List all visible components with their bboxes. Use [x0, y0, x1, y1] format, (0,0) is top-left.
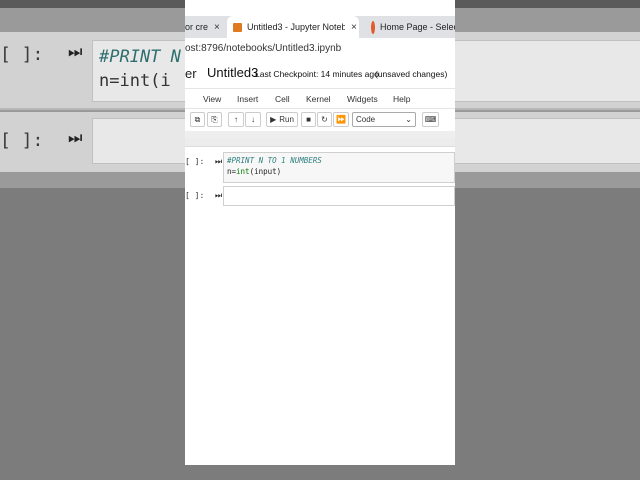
notebook-title[interactable]: Untitled3	[207, 65, 258, 80]
copy-icon: ⧉	[194, 114, 201, 124]
cell-input-2[interactable]	[223, 186, 455, 206]
fast-forward-icon: ⏩	[336, 115, 346, 124]
close-icon[interactable]: ×	[351, 22, 357, 33]
browser-tab-1[interactable]: or cre ×	[185, 16, 225, 38]
arrow-down-icon: ↓	[251, 115, 255, 124]
bg-run-icon-2: ⏭	[68, 130, 83, 147]
cell-input-1[interactable]: #PRINT N TO 1 NUMBERS n=int(input)	[223, 152, 455, 183]
bg-cell-prompt-2: [ ]:	[0, 130, 44, 151]
cell-prompt: [ ]:	[185, 157, 205, 166]
play-icon: ▶	[270, 115, 277, 124]
address-bar[interactable]: ost:8796/notebooks/Untitled3.ipynb	[185, 38, 455, 61]
keyboard-icon: ⌨	[424, 115, 437, 124]
bg-cell-prompt: [ ]:	[0, 44, 44, 65]
jupyter-book-icon	[233, 22, 242, 32]
menu-kernel[interactable]: Kernel	[306, 94, 331, 104]
menu-bar: View Insert Cell Kernel Widgets Help	[185, 88, 455, 109]
jupyter-window: or cre × Untitled3 - Jupyter Noteb × Hom…	[185, 0, 455, 465]
paste-icon: ⎘	[211, 114, 218, 124]
restart-button[interactable]: ↻	[317, 112, 332, 127]
close-icon[interactable]: ×	[214, 22, 220, 33]
code-assign: n=	[227, 167, 237, 176]
menu-help[interactable]: Help	[393, 94, 410, 104]
bg-run-icon: ⏭	[68, 44, 83, 61]
code-args: (input)	[249, 167, 282, 176]
code-line: n=int(input)	[227, 167, 281, 176]
code-cell-2[interactable]: [ ]: ⏭	[185, 186, 455, 208]
bg-code-comment: #PRINT N	[99, 47, 181, 67]
tab-label: or cre	[185, 22, 209, 32]
menu-cell[interactable]: Cell	[275, 94, 290, 104]
copy-button[interactable]: ⧉	[190, 112, 205, 127]
notebook-header: er Untitled3 Last Checkpoint: 14 minutes…	[185, 60, 455, 88]
tab-label: Untitled3 - Jupyter Noteb	[247, 22, 345, 32]
last-checkpoint: Last Checkpoint: 14 minutes ago	[255, 69, 379, 79]
code-builtin: int	[236, 167, 250, 176]
cell-prompt-2: [ ]:	[185, 191, 205, 200]
notebook-toolbar: ⧉ ⎘ ↑ ↓ ▶ Run ■ ↻ ⏩ Code ⌄ ⌨	[185, 108, 455, 132]
loading-icon	[371, 20, 375, 34]
run-cell-icon[interactable]: ⏭	[215, 157, 222, 167]
keyboard-shortcuts-button[interactable]: ⌨	[422, 112, 439, 127]
chevron-down-icon: ⌄	[405, 115, 412, 124]
browser-tab-3[interactable]: Home Page - Selec	[365, 16, 455, 38]
arrow-up-icon: ↑	[234, 115, 238, 124]
browser-tab-bar: or cre × Untitled3 - Jupyter Noteb × Hom…	[185, 16, 455, 38]
cell-type-select[interactable]: Code ⌄	[352, 112, 416, 127]
code-cell-1[interactable]: [ ]: ⏭ #PRINT N TO 1 NUMBERS n=int(input…	[185, 152, 455, 183]
menu-insert[interactable]: Insert	[237, 94, 258, 104]
run-cell-icon-2[interactable]: ⏭	[215, 191, 222, 201]
tab-label: Home Page - Selec	[380, 22, 455, 32]
run-button[interactable]: ▶ Run	[266, 112, 298, 127]
notebook-top-separator	[185, 138, 455, 147]
save-status: (unsaved changes)	[375, 69, 448, 79]
restart-icon: ↻	[321, 115, 328, 124]
code-comment: #PRINT N TO 1 NUMBERS	[227, 156, 322, 165]
bg-code-line: n=int(i	[99, 71, 171, 91]
move-up-button[interactable]: ↑	[228, 112, 244, 127]
restart-run-all-button[interactable]: ⏩	[333, 112, 349, 127]
paste-button[interactable]: ⎘	[207, 112, 222, 127]
cell-type-value: Code	[356, 115, 376, 124]
run-label: Run	[279, 115, 294, 124]
menu-view[interactable]: View	[203, 94, 221, 104]
move-down-button[interactable]: ↓	[245, 112, 261, 127]
interrupt-button[interactable]: ■	[301, 112, 316, 127]
stop-icon: ■	[306, 115, 311, 124]
jupyter-logo-text[interactable]: er	[185, 66, 197, 81]
browser-tab-2[interactable]: Untitled3 - Jupyter Noteb ×	[227, 16, 359, 38]
menu-widgets[interactable]: Widgets	[347, 94, 378, 104]
